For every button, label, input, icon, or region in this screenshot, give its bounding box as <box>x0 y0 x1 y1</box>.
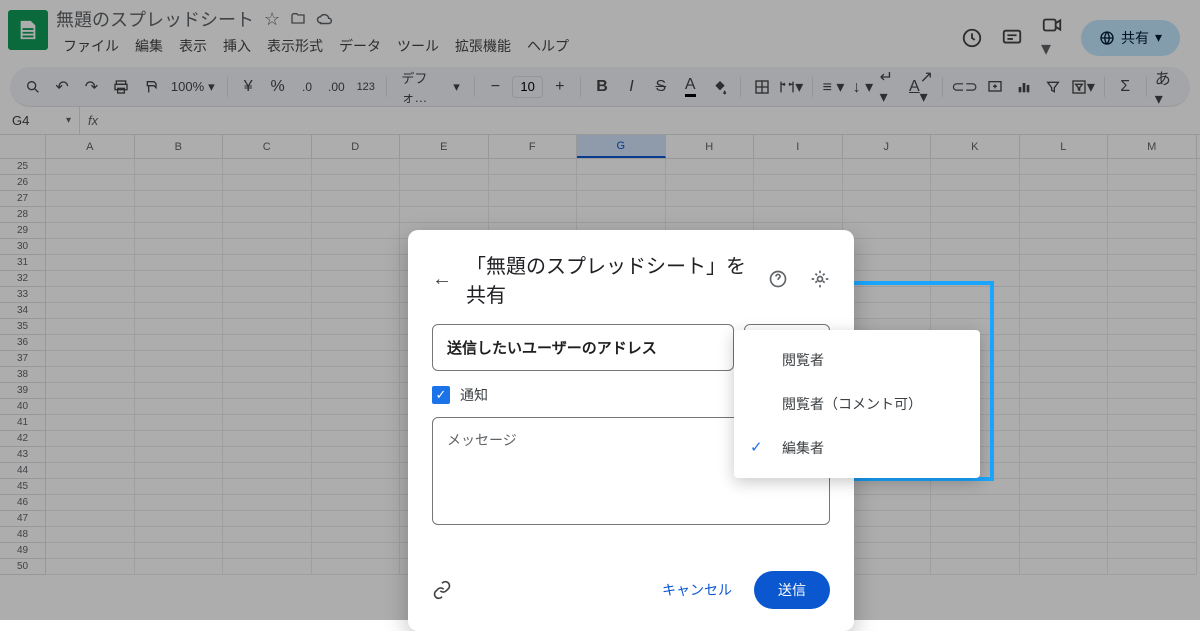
help-icon[interactable] <box>768 269 788 289</box>
back-icon[interactable]: ← <box>432 268 452 291</box>
role-option-editor[interactable]: 編集者 <box>734 426 980 470</box>
notify-label: 通知 <box>460 385 488 405</box>
cancel-button[interactable]: キャンセル <box>648 572 746 608</box>
role-dropdown: 閲覧者 閲覧者（コメント可） 編集者 <box>734 330 980 478</box>
role-option-commenter[interactable]: 閲覧者（コメント可） <box>734 382 980 426</box>
role-option-viewer[interactable]: 閲覧者 <box>734 338 980 382</box>
gear-icon[interactable] <box>810 269 830 289</box>
send-button[interactable]: 送信 <box>754 571 830 609</box>
address-input[interactable]: 送信したいユーザーのアドレス <box>432 324 734 371</box>
dialog-title: 「無題のスプレッドシート」を共有 <box>466 250 746 308</box>
copy-link-icon[interactable] <box>432 580 452 600</box>
notify-checkbox[interactable]: ✓ <box>432 386 450 404</box>
